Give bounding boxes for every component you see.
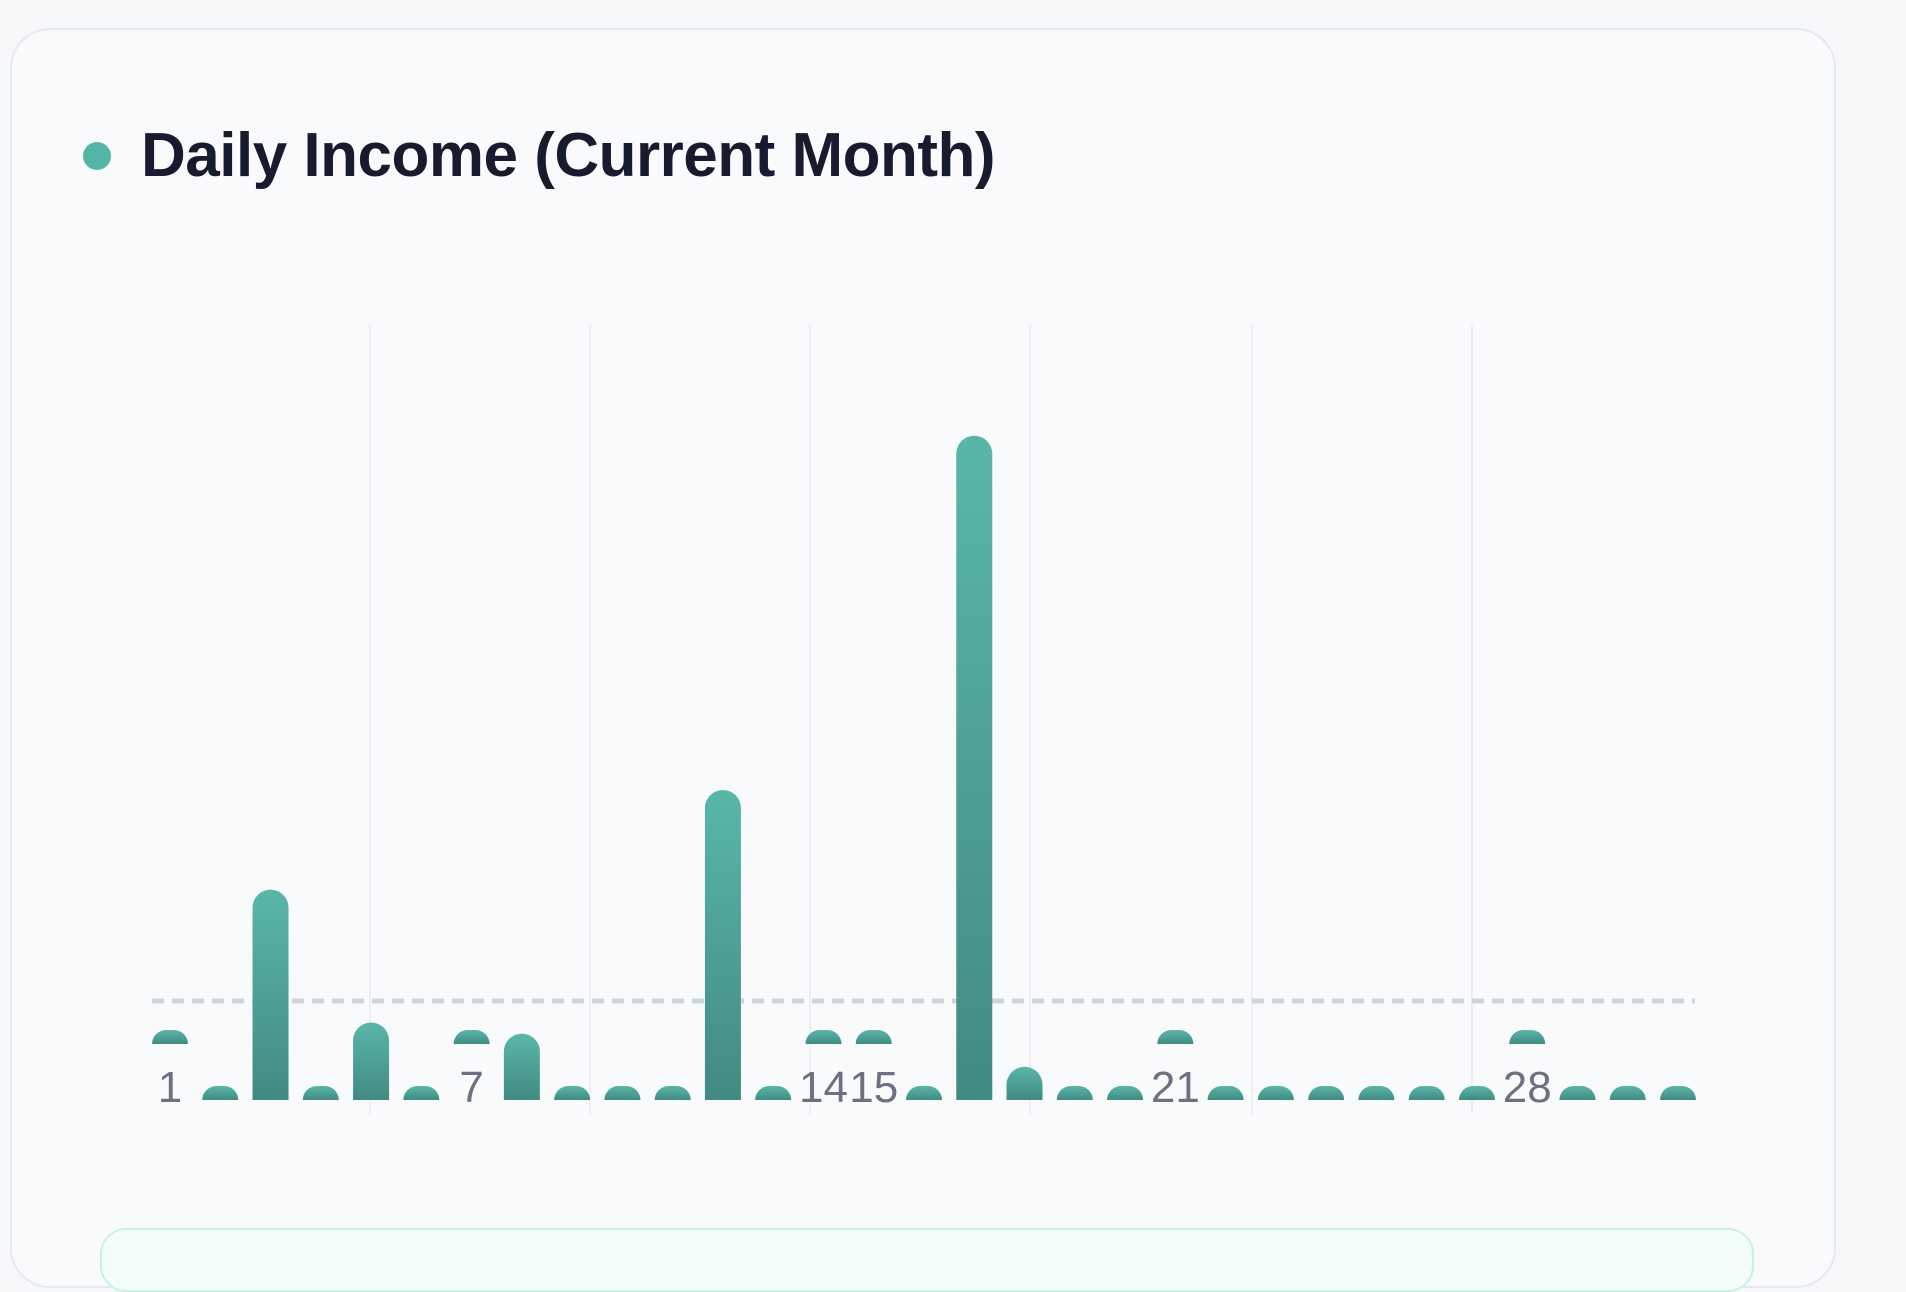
bar-day-15[interactable] <box>855 1030 892 1044</box>
bar-day-25[interactable] <box>1358 1086 1395 1100</box>
summary-panel <box>100 1228 1754 1292</box>
bar-day-31[interactable] <box>1660 1086 1696 1100</box>
bar-day-2[interactable] <box>202 1086 239 1100</box>
bar-day-18[interactable] <box>1006 1066 1043 1100</box>
bar-day-22[interactable] <box>1207 1086 1244 1100</box>
bar-day-30[interactable] <box>1609 1086 1646 1100</box>
bar-day-5[interactable] <box>353 1022 390 1101</box>
bar-day-29[interactable] <box>1559 1086 1596 1100</box>
bar-day-26[interactable] <box>1408 1086 1445 1100</box>
bar-day-7[interactable] <box>453 1030 490 1044</box>
x-tick-label-28: 28 <box>1503 1063 1552 1112</box>
bar-day-8[interactable] <box>503 1033 540 1100</box>
bar-day-27[interactable] <box>1458 1086 1495 1100</box>
bar-day-17[interactable] <box>956 435 993 1100</box>
bar-day-1[interactable] <box>152 1030 188 1044</box>
bar-day-10[interactable] <box>604 1086 641 1100</box>
bar-day-3[interactable] <box>252 889 289 1100</box>
bar-day-13[interactable] <box>755 1086 792 1100</box>
bar-day-24[interactable] <box>1308 1086 1345 1100</box>
bar-day-16[interactable] <box>906 1086 942 1100</box>
x-tick-label-1: 1 <box>158 1063 182 1112</box>
x-tick-label-21: 21 <box>1151 1063 1200 1112</box>
bar-day-23[interactable] <box>1257 1086 1294 1100</box>
daily-income-chart: 1 7 14 15 21 28 <box>152 325 1696 1114</box>
x-tick-label-15: 15 <box>849 1063 898 1112</box>
bar-day-11[interactable] <box>654 1086 691 1100</box>
bar-day-9[interactable] <box>554 1086 591 1100</box>
bar-day-6[interactable] <box>403 1086 440 1100</box>
bar-day-12[interactable] <box>704 790 741 1100</box>
bar-day-19[interactable] <box>1056 1086 1093 1100</box>
bar-day-4[interactable] <box>302 1086 339 1100</box>
bar-day-28[interactable] <box>1509 1030 1546 1044</box>
bar-day-20[interactable] <box>1107 1086 1144 1100</box>
x-tick-label-7: 7 <box>459 1063 483 1112</box>
x-tick-label-14: 14 <box>799 1063 848 1112</box>
bar-day-21[interactable] <box>1157 1030 1194 1044</box>
